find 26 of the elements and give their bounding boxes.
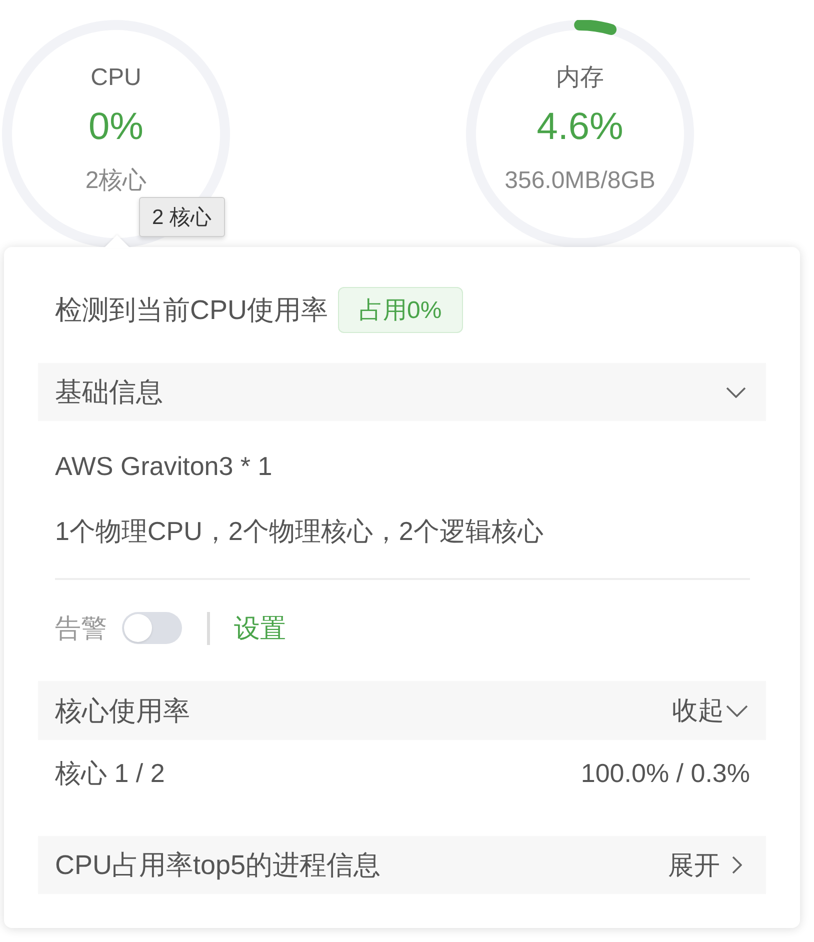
section-header[interactable]: 基础信息 <box>38 363 766 421</box>
section-title: CPU占用率top5的进程信息 <box>55 849 381 882</box>
chevron-down-icon <box>726 704 748 716</box>
gauge-label: 内存 <box>556 63 604 93</box>
section-header[interactable]: 核心使用率 收起 <box>38 681 766 740</box>
section-header[interactable]: CPU占用率top5的进程信息 展开 <box>38 836 766 894</box>
section-title: 核心使用率 <box>55 694 190 728</box>
core-usage-value: 100.0% / 0.3% <box>580 758 750 788</box>
info-text: 1个物理CPU，2个物理核心，2个逻辑核心 <box>55 516 544 546</box>
tooltip: 2 核心 <box>139 197 225 237</box>
core-name: 核心 1 / 2 <box>55 756 165 790</box>
chevron-right-icon <box>732 856 742 874</box>
usage-badge: 占用0% <box>338 287 463 333</box>
collapse-toggle[interactable]: 收起 <box>672 693 748 728</box>
alert-label: 告警 <box>55 612 107 644</box>
gauge-value: 0% <box>88 105 144 150</box>
chevron-down-icon <box>726 386 746 398</box>
info-text: AWS Graviton3 * 1 <box>55 451 272 481</box>
toggle-switch[interactable] <box>122 612 182 644</box>
section-title: 基础信息 <box>55 376 163 409</box>
gauge-detail: 2核心 <box>85 166 147 196</box>
gauge-detail: 356.0MB/8GB <box>504 166 656 196</box>
gauge-label: CPU <box>90 63 142 93</box>
usage-title: 检测到当前CPU使用率 <box>55 294 328 327</box>
expand-toggle[interactable]: 展开 <box>668 848 742 882</box>
gauge-value: 4.6% <box>536 105 624 150</box>
